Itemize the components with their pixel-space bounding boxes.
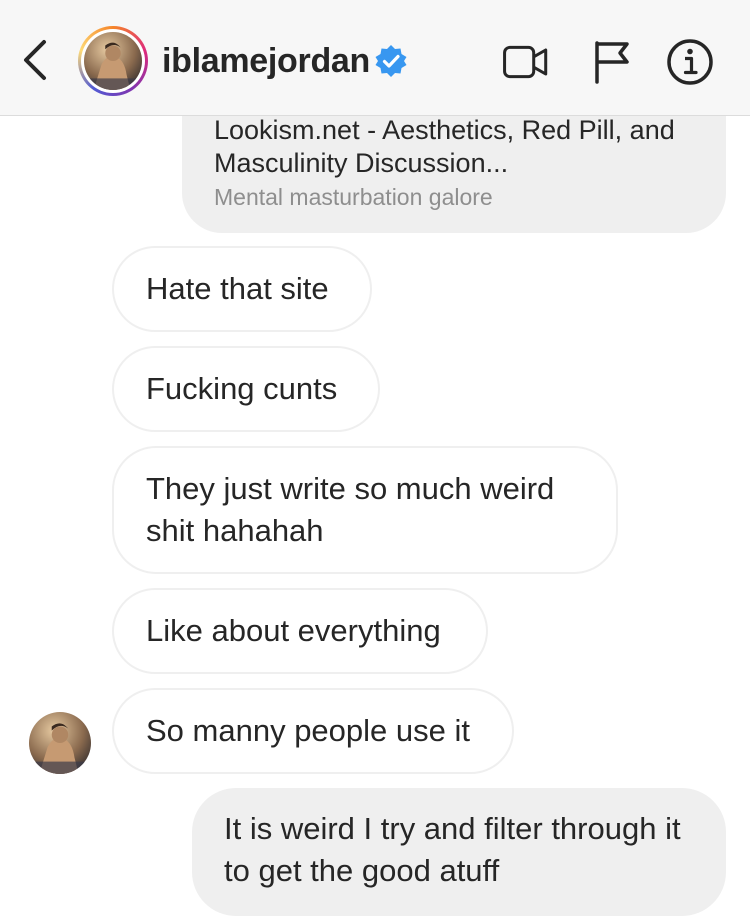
back-button[interactable] <box>18 38 54 82</box>
link-preview-title: Lookism.net - Aesthetics, Red Pill, and … <box>214 115 675 178</box>
info-icon[interactable] <box>666 38 714 86</box>
message-bubble[interactable]: It is weird I try and filter through it … <box>192 788 726 916</box>
message-text: So manny people use it <box>146 713 470 748</box>
message-text: Like about everything <box>146 613 441 648</box>
verified-badge-icon <box>375 45 407 77</box>
chat-username[interactable]: iblamejordan <box>162 42 370 81</box>
message-text: Fucking cunts <box>146 371 338 406</box>
message-bubble[interactable]: Hate that site <box>112 246 372 332</box>
chat-header: iblamejordan <box>0 0 750 116</box>
avatar-image <box>29 712 91 774</box>
message-text: Hate that site <box>146 271 329 306</box>
avatar-image <box>84 32 142 90</box>
sender-avatar[interactable] <box>29 712 91 774</box>
message-bubble[interactable]: Like about everything <box>112 588 488 674</box>
message-bubble[interactable]: So manny people use it <box>112 688 514 774</box>
chevron-left-icon <box>24 40 46 80</box>
link-preview-subtitle: Mental masturbation galore <box>214 184 493 210</box>
video-call-icon[interactable] <box>502 38 550 86</box>
message-text: They just write so much weird shit hahah… <box>146 471 555 548</box>
flag-icon[interactable] <box>588 38 636 86</box>
message-bubble[interactable]: Fucking cunts <box>112 346 380 432</box>
message-text: It is weird I try and filter through it … <box>224 811 681 888</box>
profile-avatar[interactable] <box>78 26 148 96</box>
message-bubble[interactable]: They just write so much weird shit hahah… <box>112 446 618 574</box>
